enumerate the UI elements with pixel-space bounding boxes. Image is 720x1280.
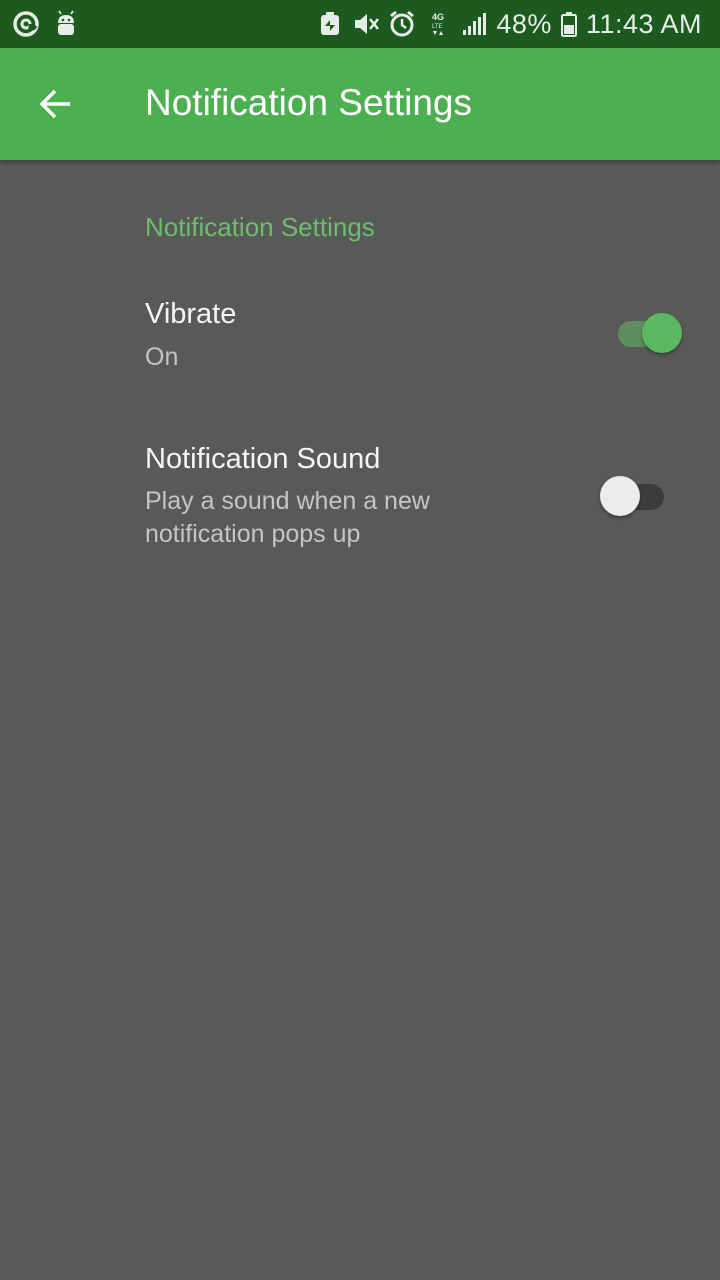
vibrate-summary: On xyxy=(145,343,179,371)
vibrate-title: Vibrate xyxy=(145,298,237,330)
app-bar: Notification Settings xyxy=(0,48,720,160)
svg-text:4G: 4G xyxy=(432,12,444,22)
page-title: Notification Settings xyxy=(145,82,473,123)
notification-sound-summary-line2: notification pops up xyxy=(145,520,361,548)
battery-saver-icon xyxy=(321,12,340,35)
mute-icon xyxy=(355,14,380,34)
battery-percent: 48% xyxy=(496,8,552,39)
notification-sound-toggle-thumb xyxy=(600,476,640,516)
alarm-icon xyxy=(390,10,415,37)
section-header: Notification Settings xyxy=(145,212,375,242)
arrow-back-icon xyxy=(39,89,70,119)
notification-sound-summary-line1: Play a sound when a new xyxy=(145,487,430,515)
vibrate-preference[interactable]: Vibrate On xyxy=(0,280,720,400)
battery-icon xyxy=(560,12,577,37)
notification-sound-toggle[interactable] xyxy=(600,476,670,518)
clock: 11:43 AM xyxy=(585,8,702,39)
status-bar: 4G LTE 48% 11:43 AM xyxy=(0,0,720,48)
notification-sound-title: Notification Sound xyxy=(145,443,381,475)
status-right-icons: 4G LTE 48% 11:43 AM xyxy=(316,0,702,48)
back-button[interactable] xyxy=(28,76,84,132)
lte-icon: 4G LTE xyxy=(432,12,444,35)
signal-icon xyxy=(463,13,487,35)
status-left-icons xyxy=(12,9,80,39)
vibrate-toggle-thumb xyxy=(642,313,682,353)
notification-sound-preference[interactable]: Notification Sound Play a sound when a n… xyxy=(0,425,720,575)
android-icon xyxy=(58,10,74,35)
vibrate-toggle[interactable] xyxy=(616,313,686,355)
svg-text:LTE: LTE xyxy=(432,24,443,30)
at-sign-icon xyxy=(13,11,39,37)
